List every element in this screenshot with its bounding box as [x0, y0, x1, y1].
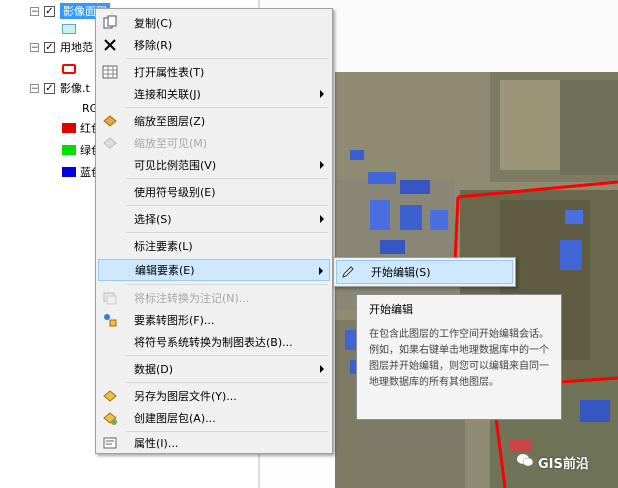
remove-icon — [98, 34, 122, 56]
watermark: GIS前沿 — [516, 452, 589, 472]
menu-separator — [126, 232, 328, 233]
menu-item-features-to-graphics[interactable]: 要素转图形(F)... — [98, 309, 330, 331]
layer-name[interactable]: 用地范 — [60, 39, 93, 55]
menu-item-properties[interactable]: 属性(I)... — [98, 433, 330, 453]
layer-name[interactable]: 影像.t — [60, 80, 90, 96]
submenu-arrow-icon — [320, 90, 324, 98]
layer-visibility-checkbox[interactable]: ✓ — [44, 5, 55, 17]
wechat-icon — [516, 452, 534, 472]
menu-item-label-features[interactable]: 标注要素(L) — [98, 235, 330, 257]
layer-visibility-checkbox[interactable]: ✓ — [44, 82, 55, 94]
submenu-arrow-icon — [320, 161, 324, 169]
tooltip-body: 在包含此图层的工作空间开始编辑会话。例如，如果右键单击地理数据库中的一个图层并开… — [369, 329, 549, 388]
polygon-symbol[interactable] — [62, 64, 76, 74]
menu-item-start-editing[interactable]: 开始编辑(S) — [336, 260, 513, 284]
zoom-to-layer-icon — [98, 110, 122, 132]
table-icon — [98, 61, 122, 83]
menu-item-joins-relates[interactable]: 连接和关联(J) — [98, 83, 330, 105]
menu-separator — [126, 355, 328, 356]
menu-separator — [126, 284, 328, 285]
save-layer-icon — [98, 385, 122, 407]
menu-item-convert-symbology[interactable]: 将符号系统转换为制图表达(B)... — [98, 331, 330, 353]
submenu-arrow-icon — [319, 267, 323, 275]
convert-labels-icon — [98, 287, 122, 309]
menu-item-data[interactable]: 数据(D) — [98, 358, 330, 380]
menu-item-create-layer-package[interactable]: 创建图层包(A)... — [98, 407, 330, 429]
menu-item-visible-scale-range[interactable]: 可见比例范围(V) — [98, 154, 330, 176]
menu-item-remove[interactable]: 移除(R) — [98, 34, 330, 56]
blue-swatch — [62, 167, 76, 177]
menu-item-convert-labels-to-annotation: 将标注转换为注记(N)... — [98, 287, 330, 309]
menu-item-edit-features[interactable]: 编辑要素(E) — [98, 259, 330, 281]
menu-separator — [126, 107, 328, 108]
features-to-graphics-icon — [98, 309, 122, 331]
collapse-icon[interactable]: − — [30, 83, 39, 93]
menu-separator — [126, 205, 328, 206]
menu-item-zoom-to-layer[interactable]: 缩放至图层(Z) — [98, 110, 330, 132]
menu-item-open-attribute-table[interactable]: 打开属性表(T) — [98, 61, 330, 83]
layer-visibility-checkbox[interactable]: ✓ — [44, 41, 55, 53]
green-swatch — [62, 145, 76, 155]
zoom-visible-icon — [98, 132, 122, 154]
start-editing-tooltip: 开始编辑 在包含此图层的工作空间开始编辑会话。例如，如果右键单击地理数据库中的一… — [356, 294, 562, 420]
layer-context-menu: 复制(C) 移除(R) 打开属性表(T) 连接和关联(J) 缩放至图层(Z) 缩… — [95, 8, 333, 454]
menu-separator — [126, 58, 328, 59]
toc-layer-2[interactable]: − ✓ 用地范 — [30, 38, 93, 56]
menu-item-copy[interactable]: 复制(C) — [98, 12, 330, 34]
tooltip-title: 开始编辑 — [369, 303, 413, 316]
menu-item-selection[interactable]: 选择(S) — [98, 208, 330, 230]
menu-separator — [126, 431, 328, 432]
copy-icon — [98, 12, 122, 34]
collapse-icon[interactable]: − — [30, 42, 39, 52]
menu-item-save-as-layer-file[interactable]: 另存为图层文件(Y)... — [98, 385, 330, 407]
submenu-arrow-icon — [320, 215, 324, 223]
pencil-icon — [337, 265, 359, 279]
toc-layer-3[interactable]: − ✓ 影像.t — [30, 79, 90, 97]
properties-icon — [98, 432, 122, 454]
collapse-icon[interactable]: − — [30, 6, 39, 16]
menu-separator — [126, 178, 328, 179]
menu-item-use-symbol-levels[interactable]: 使用符号级别(E) — [98, 181, 330, 203]
edit-features-submenu: 开始编辑(S) — [333, 257, 516, 287]
layer-package-icon — [98, 407, 122, 429]
menu-item-zoom-to-visible: 缩放至可见(M) — [98, 132, 330, 154]
red-swatch — [62, 123, 76, 133]
submenu-arrow-icon — [320, 365, 324, 373]
menu-separator — [126, 382, 328, 383]
polygon-symbol[interactable] — [62, 24, 76, 34]
